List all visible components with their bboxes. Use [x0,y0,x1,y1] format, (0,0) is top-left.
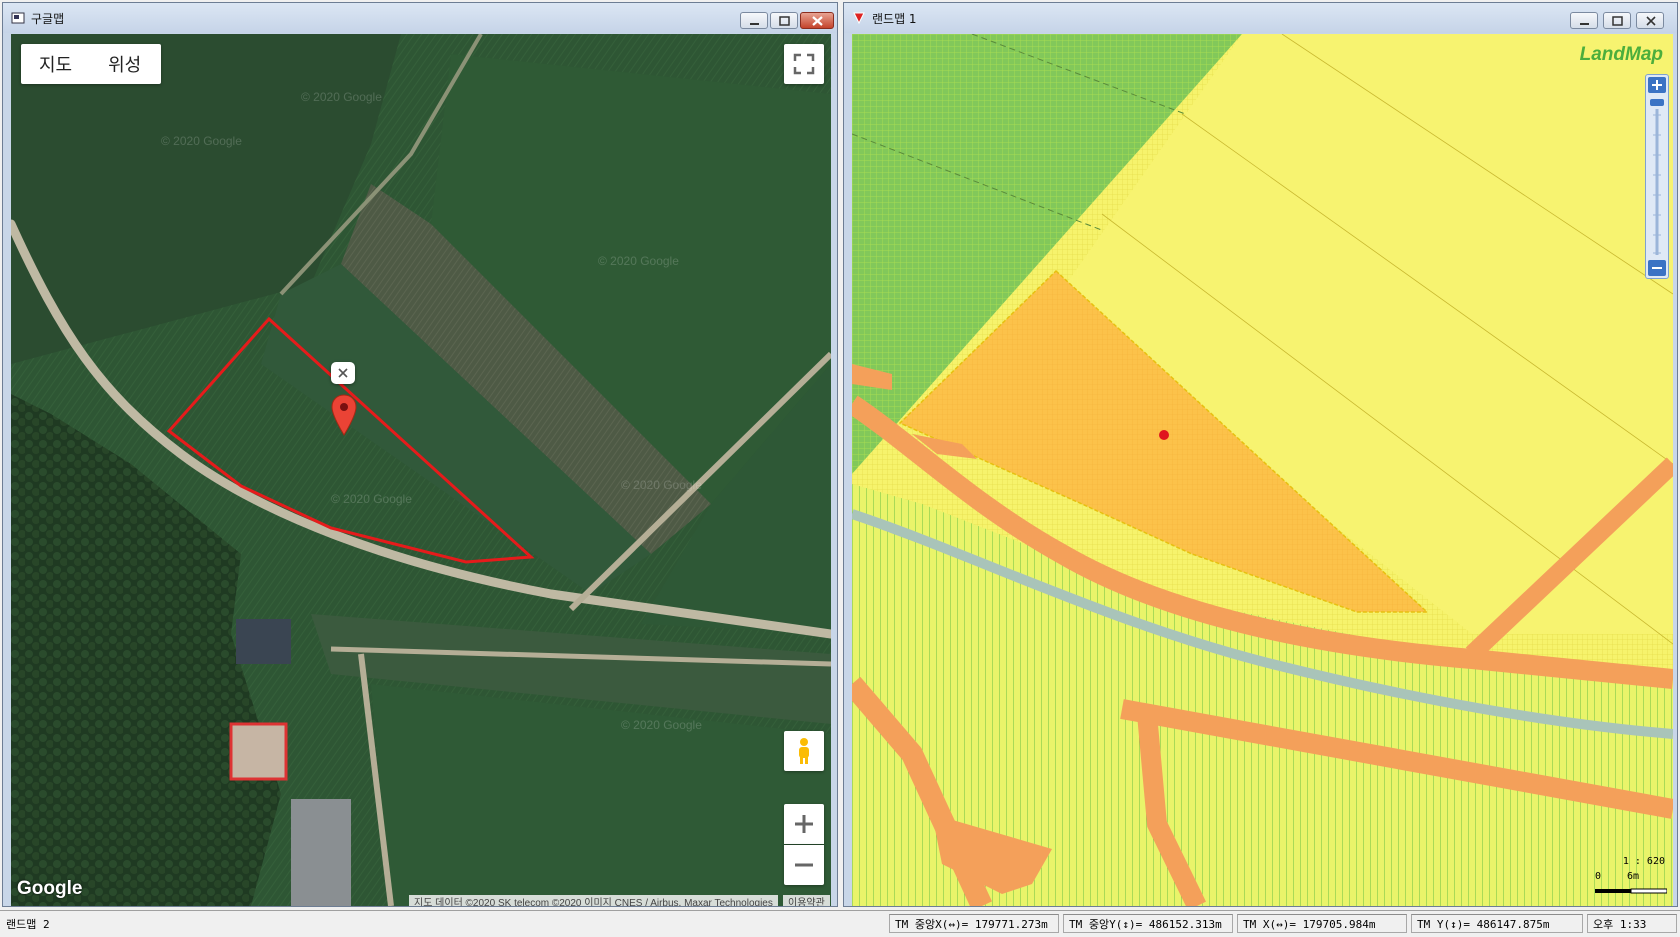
maximize-button[interactable] [770,12,798,29]
map-watermark: © 2020 Google [621,478,702,492]
google-logo: Google [17,878,83,899]
map-type-satellite-button[interactable]: 위성 [90,51,159,77]
minimize-icon [1580,23,1589,25]
window-title: 구글맵 [31,12,65,26]
pegman-icon [799,738,809,764]
tm-center-x: TM 중앙X(↔)= 179771.273m [889,914,1059,933]
close-icon [812,16,823,26]
landmap-logo: LandMap [1579,44,1663,65]
app-icon [11,12,25,24]
window-title: 랜드맵 1 [872,12,917,26]
restore-icon [1612,16,1623,26]
scale-indicator: 1 : 620 0 6m [1589,856,1669,900]
close-icon [1646,16,1656,26]
street-view-button[interactable] [784,731,824,771]
map-watermark: © 2020 Google [621,718,702,732]
map-type-control: 지도 위성 [21,44,161,84]
location-marker [1159,430,1169,440]
cadastral-map[interactable]: LandMap 1 : 620 0 6m [852,34,1673,906]
satellite-imagery [11,34,831,906]
zoom-out-icon [795,863,813,867]
map-attribution: 지도 데이터 ©2020 SK telecom ©2020 이미지 CNES /… [409,895,778,906]
landmap-window: 랜드맵 1 LandMap 1: 620 0 6m [843,2,1678,907]
marker-close-button[interactable] [331,362,355,384]
map-watermark: © 2020 Google [161,134,242,148]
landmap-window-titlebar[interactable]: 랜드맵 1 [844,3,1677,33]
tm-x: TM X(↔)= 179705.984m [1237,914,1407,933]
minimize-button[interactable] [740,12,768,29]
close-icon [338,368,348,378]
map-watermark: © 2020 Google [331,492,412,506]
fullscreen-button[interactable] [784,44,824,84]
map-watermark: © 2020 Google [598,254,679,268]
map-watermark: © 2020 Google [301,90,382,104]
google-window-titlebar[interactable]: 구글맵 [3,3,837,33]
scale-bar [1595,888,1667,894]
google-map-window: 구글맵 © 2020 Google © 2020 Google © 2020 G… [2,2,838,907]
satellite-map[interactable]: © 2020 Google © 2020 Google © 2020 Googl… [11,34,831,906]
status-bar: 랜드맵 2 TM 중앙X(↔)= 179771.273m TM 중앙Y(↕)= … [0,910,1680,937]
map-type-map-button[interactable]: 지도 [21,51,90,77]
zoom-slider[interactable] [1645,74,1669,279]
app-icon [853,12,865,25]
status-label: 랜드맵 2 [6,918,50,931]
close-window-button[interactable] [800,12,834,29]
scale-ratio: 1 : 620 [1622,856,1665,867]
tm-center-y: TM 중앙Y(↕)= 486152.313m [1063,914,1233,933]
minimize-icon [750,23,759,25]
zoning-map-layer [852,34,1673,906]
scale-distance: 6m [1627,871,1640,882]
minimize-button[interactable] [1570,12,1598,29]
restore-icon [779,16,790,26]
scale-zero: 0 [1595,871,1602,882]
close-window-button[interactable] [1636,12,1664,29]
zoom-in-icon [795,815,813,833]
fullscreen-icon [793,53,815,75]
clock: 오후 1:33 [1587,914,1677,933]
zoom-in-button[interactable] [784,804,824,844]
zoom-slider-graphic [1648,77,1666,276]
terms-link[interactable]: 이용약관 [783,895,830,906]
maximize-button[interactable] [1603,12,1631,29]
zoom-out-button[interactable] [784,845,824,885]
tm-y: TM Y(↕)= 486147.875m [1411,914,1583,933]
map-marker-icon[interactable] [331,394,357,436]
